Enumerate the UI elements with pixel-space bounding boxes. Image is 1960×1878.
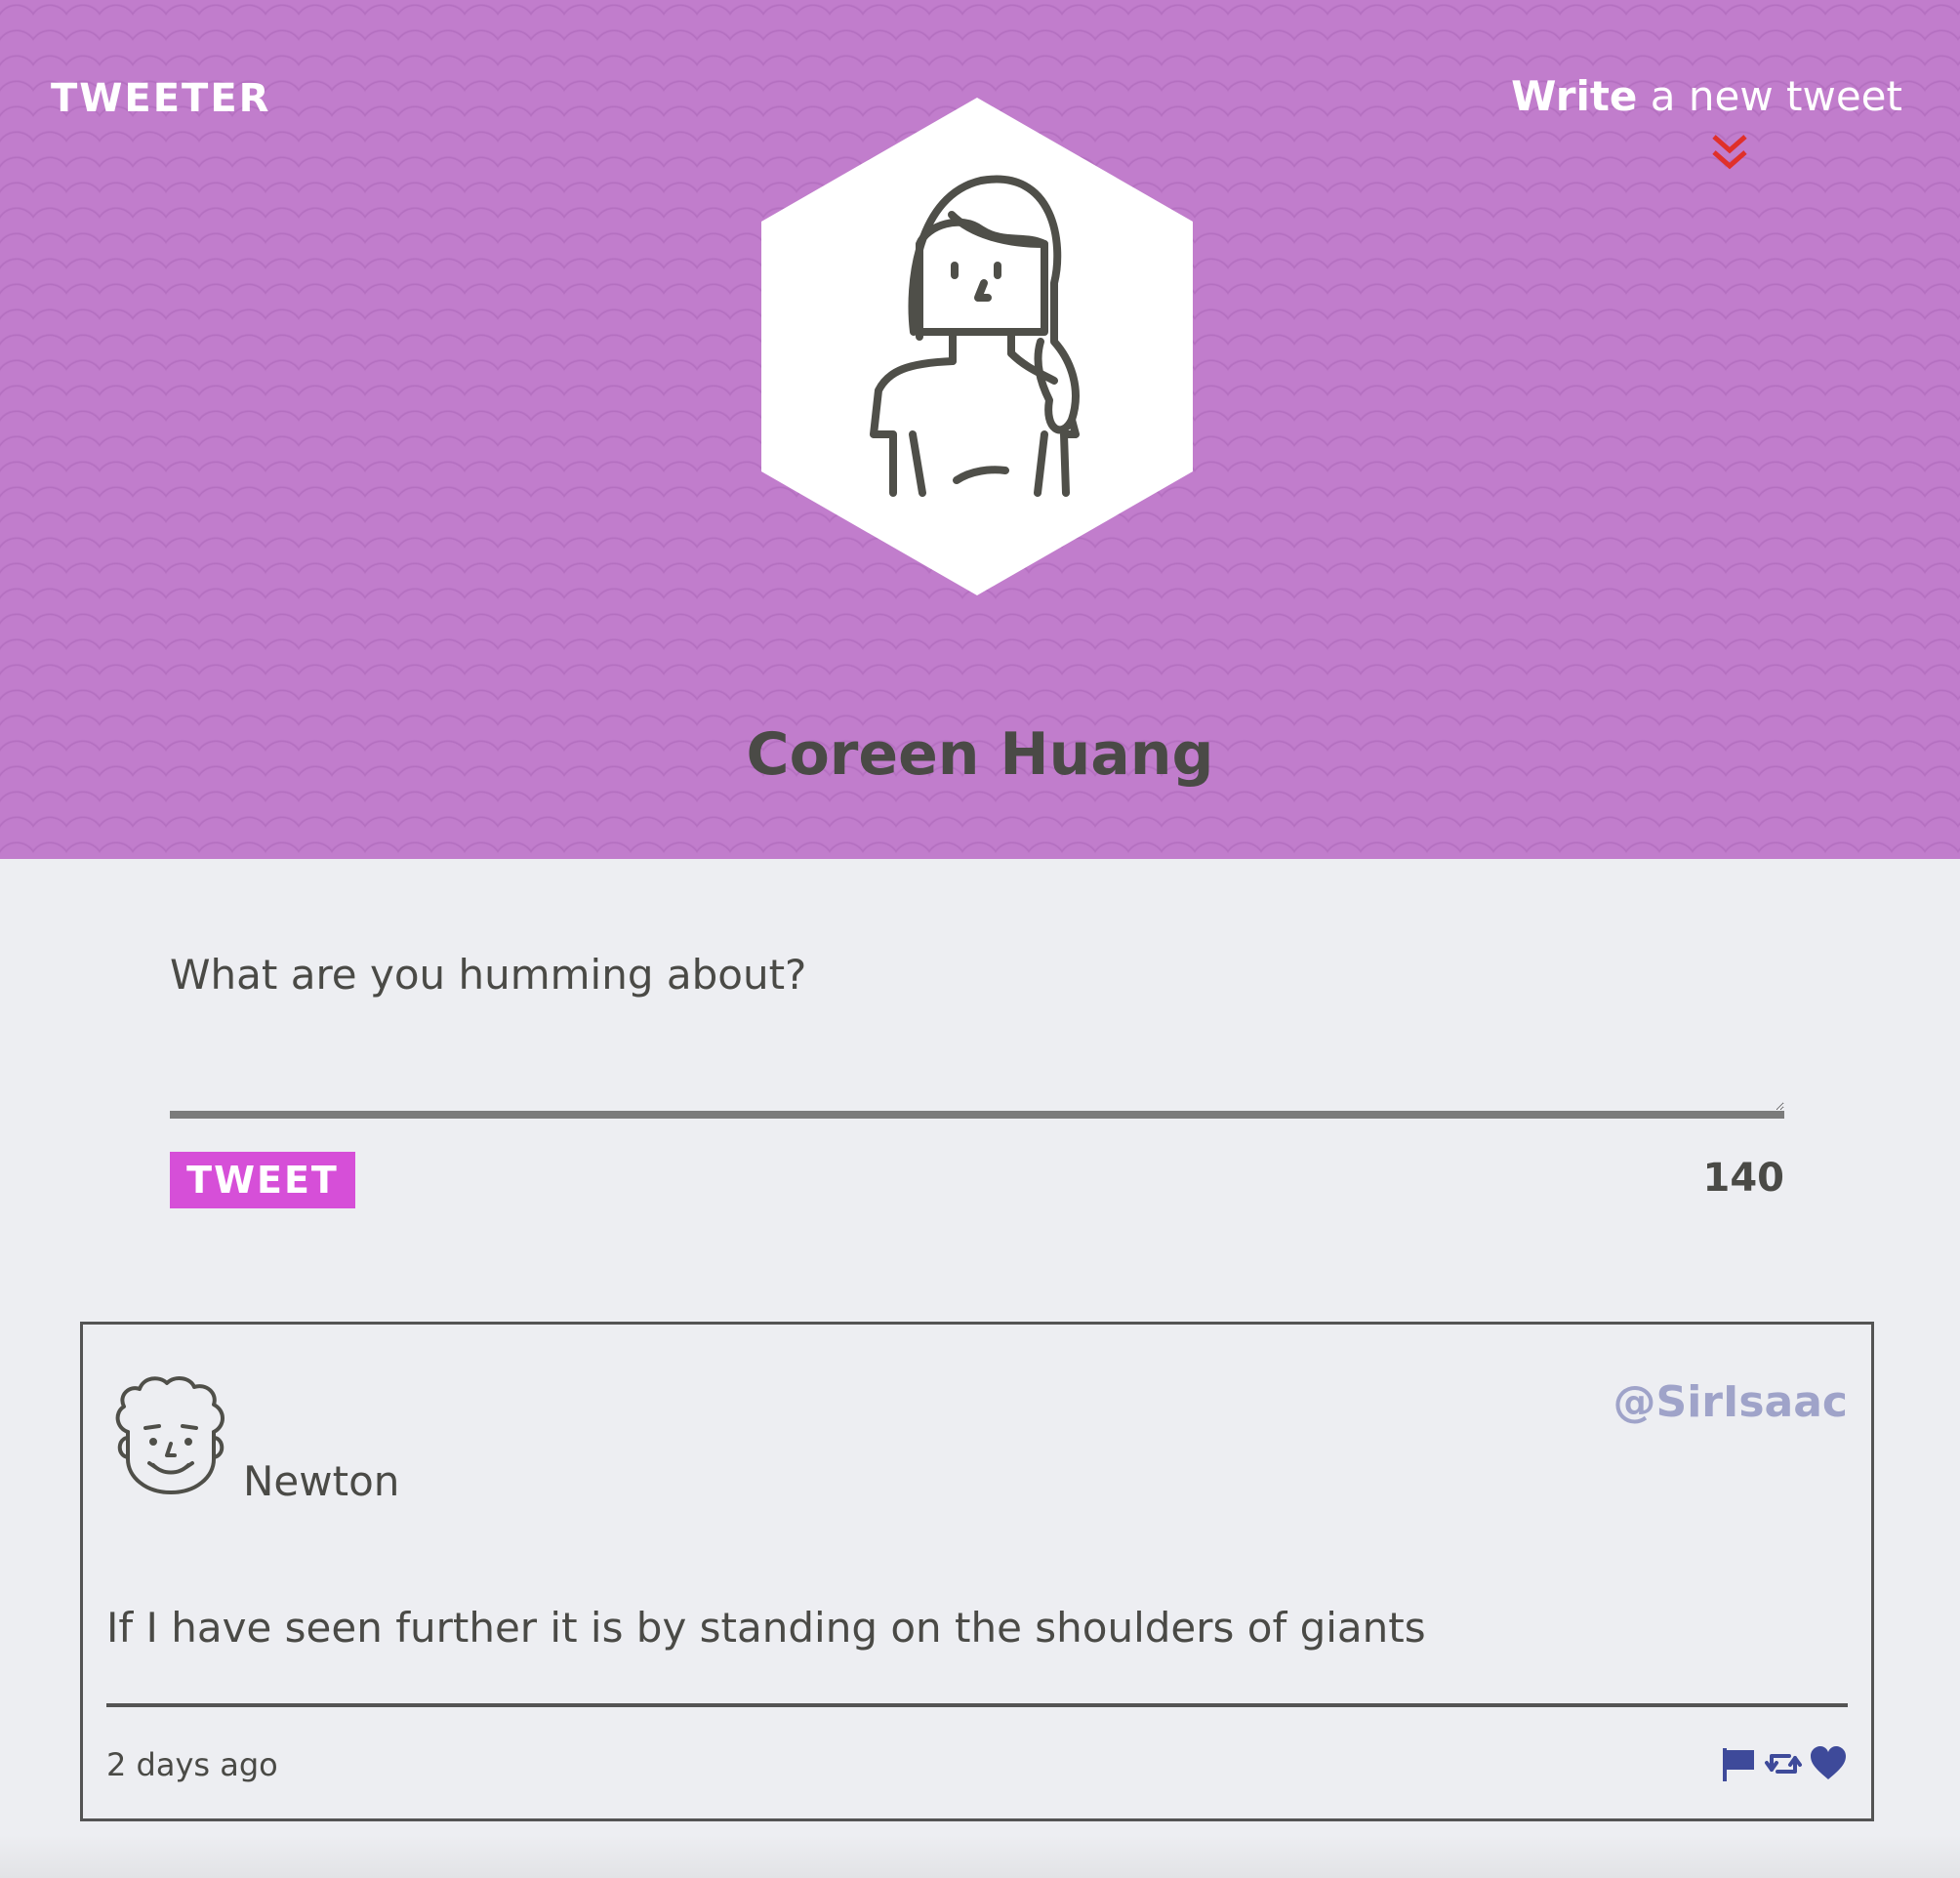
tweet-author-name[interactable]: Newton	[243, 1457, 399, 1505]
profile-header: TWEETER Write a new tweet Coreen Huang	[0, 0, 1960, 859]
tweet-timestamp: 2 days ago	[106, 1746, 278, 1783]
flag-icon[interactable]	[1719, 1744, 1758, 1783]
char-counter: 140	[1702, 1156, 1785, 1201]
page-bottom-edge	[0, 1835, 1960, 1878]
tweet-composer: TWEET 140	[170, 937, 1784, 1208]
brand-logo[interactable]: TWEETER	[51, 76, 270, 121]
profile-name: Coreen Huang	[746, 720, 1214, 789]
profile-avatar	[761, 98, 1193, 595]
tweet-divider	[106, 1703, 1848, 1707]
tweet-button[interactable]: TWEET	[170, 1152, 355, 1208]
tweet-actions	[1719, 1744, 1848, 1783]
tweet-author-handle[interactable]: @SirIsaac	[1613, 1377, 1849, 1427]
compose-link-bold: Write	[1511, 72, 1638, 120]
retweet-icon[interactable]	[1764, 1744, 1803, 1783]
double-chevron-down-icon[interactable]	[1710, 133, 1749, 174]
tweet-body: If I have seen further it is by standing…	[106, 1604, 1426, 1652]
compose-link-rest: a new tweet	[1637, 72, 1902, 120]
heart-icon[interactable]	[1809, 1744, 1848, 1783]
tweet-card: Newton @SirIsaac If I have seen further …	[80, 1322, 1874, 1821]
write-new-tweet-link[interactable]: Write a new tweet	[1511, 72, 1902, 120]
curly-hair-man-avatar-icon	[115, 1376, 225, 1494]
tweet-input[interactable]	[170, 937, 1784, 1119]
